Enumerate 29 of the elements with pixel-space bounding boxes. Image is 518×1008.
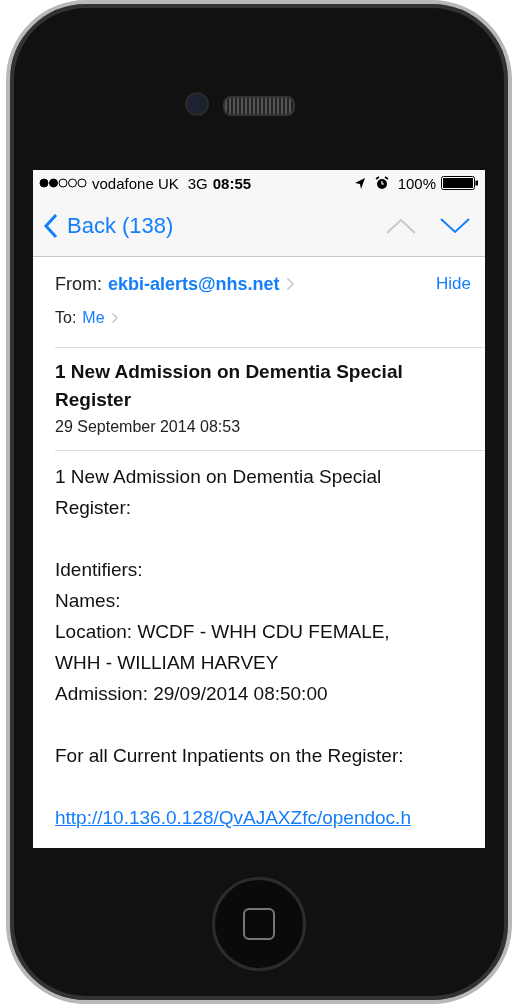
speaker-grille: [223, 96, 295, 116]
hide-link[interactable]: Hide: [436, 274, 471, 294]
alarm-clock-icon: [374, 176, 389, 190]
location-arrow-icon: [353, 176, 366, 190]
body-text: Location: WCDF - WHH CDU FEMALE, WHH - WILLIAM HARVEY: [55, 620, 391, 675]
email-subject: 1 New Admission on Dementia Special Register: [55, 360, 404, 412]
sender-link[interactable]: ekbi-alerts@nhs.net: [108, 273, 280, 295]
carrier-name: vodafone UK: [92, 174, 179, 192]
body-text: 1 New Admission on Dementia Special Register:: [55, 465, 383, 520]
to-label: To:: [55, 309, 77, 327]
battery-icon: [441, 176, 479, 190]
chevron-right-icon: [110, 312, 119, 324]
recipient-link[interactable]: Me: [82, 309, 105, 327]
email-date: 29 September 2014 08:53: [55, 418, 242, 436]
from-label: From:: [55, 273, 102, 295]
battery-percent: 100%: [397, 174, 436, 192]
network-type: 3G: [187, 174, 208, 192]
chevron-down-icon[interactable]: [439, 217, 471, 235]
body-text: For all Current Inpatients on the Register:: [55, 744, 405, 768]
back-button[interactable]: Back (138): [43, 213, 174, 239]
body-text: Names:: [55, 589, 122, 613]
url-link[interactable]: http://10.136.0.128/QvAJAXZfc/opendoc.h: [55, 802, 411, 833]
chevron-left-icon: [43, 213, 59, 239]
signal-icon: [39, 178, 87, 188]
camera-icon: [185, 92, 209, 116]
body-text: Admission: 29/09/2014 08:50:00: [55, 682, 329, 706]
status-time: 08:55: [212, 174, 252, 192]
body-text: Identifiers:: [55, 558, 144, 582]
chevron-right-icon: [285, 277, 295, 291]
